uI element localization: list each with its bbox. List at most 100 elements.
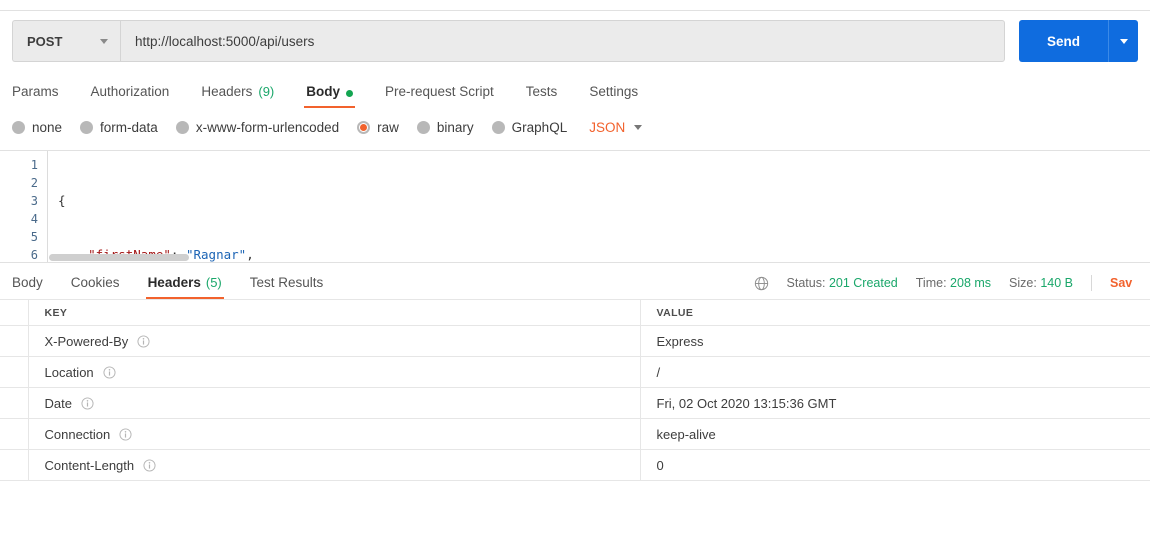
editor-line-number-gutter: 1 2 3 4 5 6 <box>0 151 48 262</box>
tab-label: Headers <box>201 84 253 99</box>
send-button-group: Send <box>1018 20 1138 62</box>
body-type-graphql[interactable]: GraphQL <box>491 119 568 135</box>
code-punct: { <box>58 193 66 208</box>
response-tabs: Body Cookies Headers (5) Test Results <box>12 275 337 299</box>
info-icon[interactable] <box>119 427 132 441</box>
body-type-none[interactable]: none <box>12 120 62 135</box>
tab-settings[interactable]: Settings <box>573 84 654 108</box>
response-tab-headers[interactable]: Headers (5) <box>134 275 236 299</box>
send-options-button[interactable] <box>1108 20 1138 62</box>
body-format-select[interactable]: JSON <box>589 120 643 135</box>
size-label: Size: <box>1009 276 1037 290</box>
tab-tests[interactable]: Tests <box>510 84 574 108</box>
header-key-cell: Connection <box>28 418 641 450</box>
response-tab-cookies[interactable]: Cookies <box>57 275 134 299</box>
tab-count-badge: (9) <box>258 84 275 99</box>
tab-label: Body <box>306 84 340 99</box>
header-key-cell: Date <box>28 387 641 419</box>
size-value: 140 B <box>1040 276 1073 290</box>
tab-label: Cookies <box>70 275 120 290</box>
tab-label: Settings <box>589 84 639 99</box>
body-type-x-www-form-urlencoded[interactable]: x-www-form-urlencoded <box>175 120 339 135</box>
line-number: 5 <box>30 230 38 244</box>
row-spacer-cell <box>0 387 29 419</box>
radio-icon <box>175 120 189 134</box>
tab-label: Body <box>12 275 43 290</box>
column-header-value: VALUE <box>640 299 1150 326</box>
response-time: Time: 208 ms <box>916 276 991 290</box>
row-spacer-cell <box>0 325 29 357</box>
radio-icon <box>80 120 94 134</box>
time-label: Time: <box>915 276 947 290</box>
header-value-cell: 0 <box>640 449 1150 481</box>
body-present-dot-icon <box>346 90 353 97</box>
body-type-binary[interactable]: binary <box>416 119 474 135</box>
radio-label: binary <box>436 119 474 135</box>
editor-horizontal-scrollbar[interactable] <box>49 254 189 261</box>
table-header-row: KEY VALUE <box>0 299 1150 326</box>
response-tab-bar: Body Cookies Headers (5) Test Results St… <box>0 263 1150 299</box>
tab-headers[interactable]: Headers (9) <box>185 84 290 108</box>
response-status: Status: 201 Created <box>787 276 898 290</box>
http-method-select[interactable]: POST <box>12 20 120 62</box>
info-icon[interactable] <box>103 365 116 379</box>
code-line: { <box>58 192 1150 210</box>
radio-label: form-data <box>100 119 158 135</box>
body-type-form-data[interactable]: form-data <box>80 120 158 135</box>
save-response-button[interactable]: Sav <box>1110 276 1138 290</box>
request-tab-bar: Params Authorization Headers (9) Body Pr… <box>0 74 1150 108</box>
editor-code-area[interactable]: { "firstName": "Ragnar", "lastName": "Lo… <box>48 151 1150 262</box>
line-number: 4 <box>30 212 38 226</box>
tab-label: Test Results <box>249 275 324 290</box>
info-icon[interactable] <box>137 334 150 348</box>
divider <box>1091 275 1092 291</box>
radio-label: GraphQL <box>511 119 568 135</box>
request-body-editor[interactable]: 1 2 3 4 5 6 { "firstName": "Ragnar", "la… <box>0 150 1150 263</box>
chevron-down-icon <box>100 38 108 44</box>
info-icon[interactable] <box>81 396 94 410</box>
table-row: X-Powered-By Express <box>0 325 1150 357</box>
time-value: 208 ms <box>950 276 992 290</box>
tab-count-badge: (5) <box>205 275 222 290</box>
tab-authorization[interactable]: Authorization <box>75 84 186 108</box>
status-label: Status: <box>786 276 826 290</box>
row-spacer-cell <box>0 418 29 450</box>
line-number: 6 <box>30 248 38 262</box>
line-number: 2 <box>30 176 38 190</box>
json-value: "Ragnar" <box>185 247 247 262</box>
request-url-bar: POST http://localhost:5000/api/users Sen… <box>12 20 1138 62</box>
header-value-cell: Express <box>640 325 1150 357</box>
table-row: Connection keep-alive <box>0 418 1150 450</box>
request-url-input[interactable]: http://localhost:5000/api/users <box>120 20 1005 62</box>
body-type-raw[interactable]: raw <box>357 120 399 135</box>
header-key-cell: Location <box>28 356 641 388</box>
body-type-radio-group: none form-data x-www-form-urlencoded raw… <box>0 112 1150 142</box>
table-row: Content-Length 0 <box>0 449 1150 481</box>
response-tab-body[interactable]: Body <box>12 275 57 299</box>
tab-body[interactable]: Body <box>290 84 369 108</box>
row-spacer-cell <box>0 449 29 481</box>
tab-label: Tests <box>525 84 558 99</box>
tab-pre-request-script[interactable]: Pre-request Script <box>369 84 510 108</box>
row-spacer-cell <box>0 356 29 388</box>
code-line: "firstName": "Ragnar", <box>58 246 1150 262</box>
header-key-label: X-Powered-By <box>44 333 129 349</box>
chevron-down-icon <box>634 124 643 130</box>
globe-icon[interactable] <box>754 276 769 291</box>
header-key-label: Connection <box>44 426 111 442</box>
tab-label: Params <box>12 84 59 99</box>
line-number: 1 <box>30 158 38 172</box>
request-url-value: http://localhost:5000/api/users <box>135 33 315 49</box>
info-icon[interactable] <box>143 458 156 472</box>
send-button[interactable]: Send <box>1018 20 1108 62</box>
tab-label: Headers <box>147 275 201 290</box>
response-headers-table: KEY VALUE X-Powered-By Express Location … <box>0 299 1150 481</box>
radio-label: raw <box>377 119 399 135</box>
table-spacer-cell <box>0 299 29 326</box>
header-key-cell: Content-Length <box>28 449 641 481</box>
code-tail: , <box>246 247 254 262</box>
tab-params[interactable]: Params <box>12 84 75 108</box>
table-row: Location / <box>0 356 1150 388</box>
response-tab-test-results[interactable]: Test Results <box>236 275 338 299</box>
column-header-key: KEY <box>28 299 641 326</box>
